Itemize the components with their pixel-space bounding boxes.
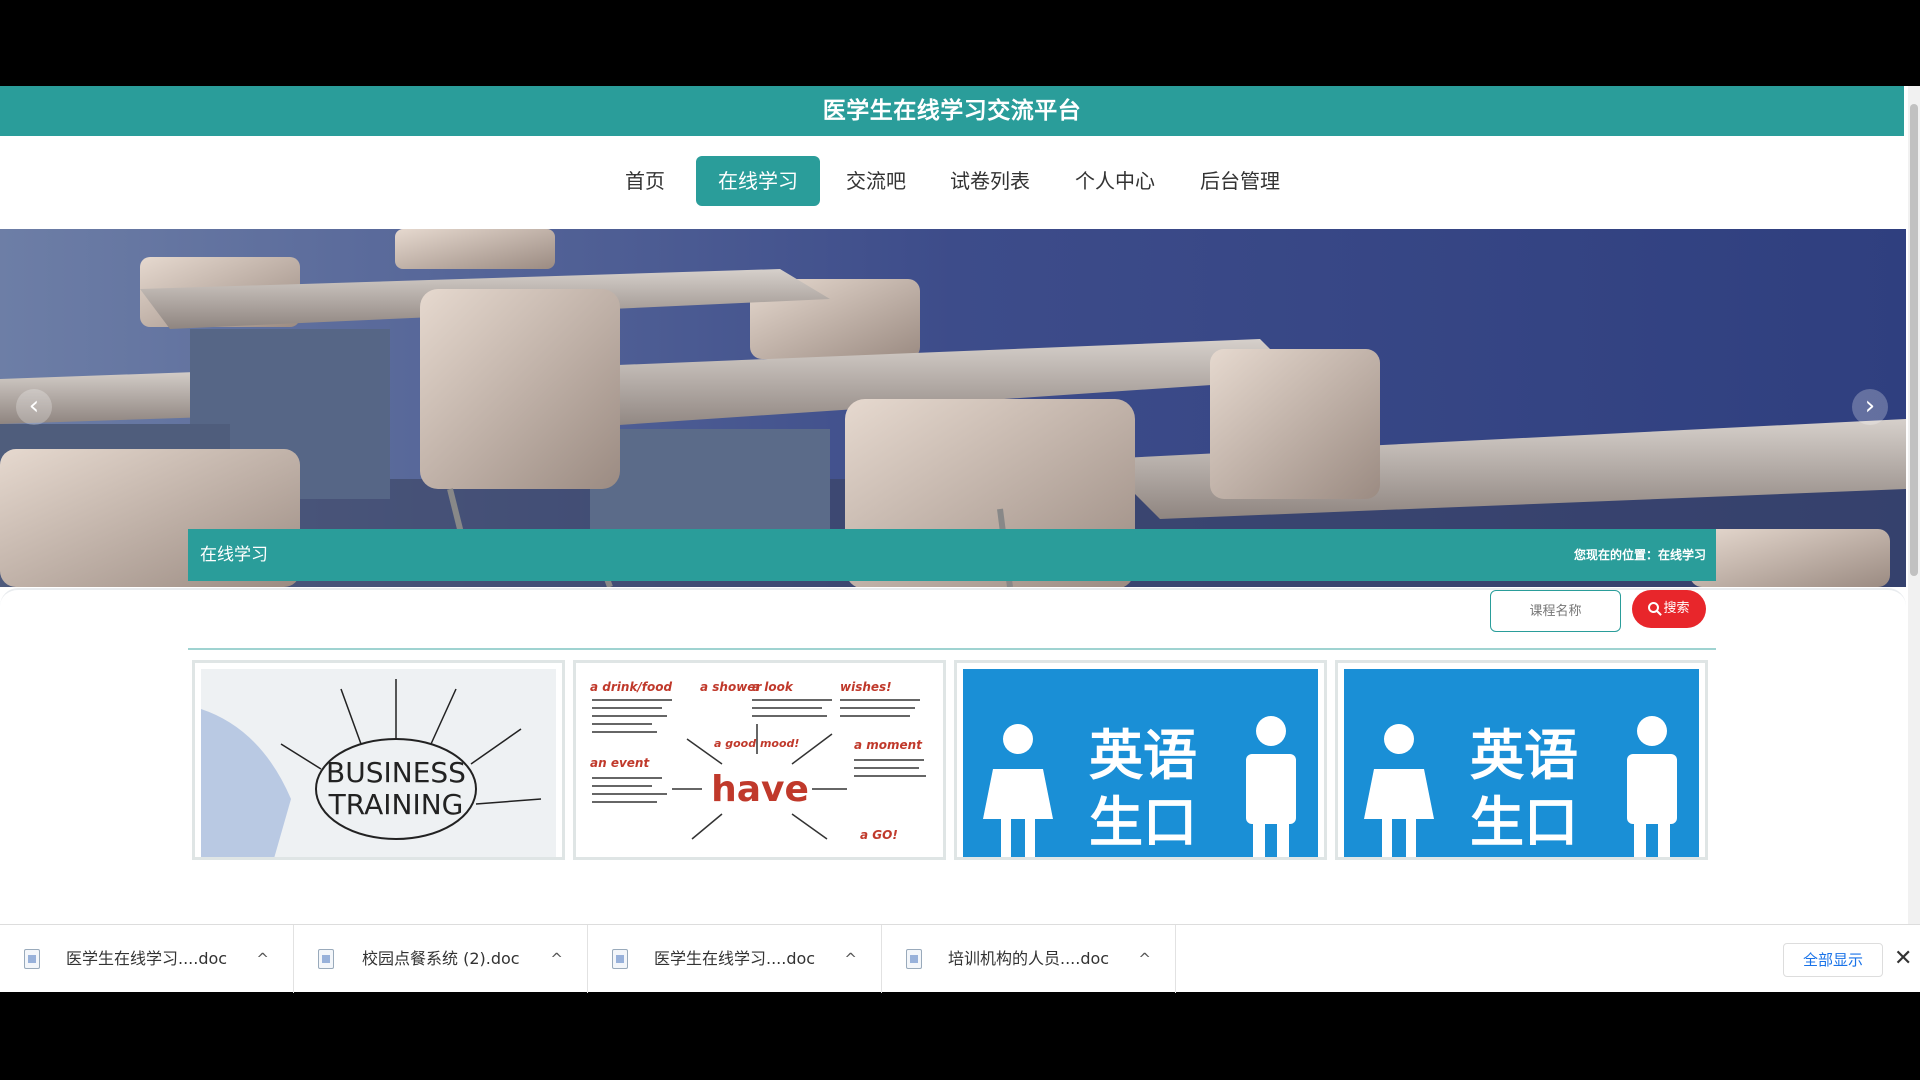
- download-item[interactable]: 医学生在线学习....doc ^: [0, 925, 294, 993]
- show-all-downloads-button[interactable]: 全部显示: [1783, 943, 1883, 977]
- scrollbar-thumb[interactable]: [1910, 104, 1918, 576]
- svg-text:英语: 英语: [1089, 724, 1197, 787]
- chevron-right-icon[interactable]: ›: [1852, 389, 1888, 425]
- card-image-text: BUSINESS: [326, 756, 466, 789]
- course-card[interactable]: 英语 生口: [954, 660, 1327, 860]
- course-image: a drink/food a shower a look wishes! a g…: [582, 669, 937, 857]
- breadcrumb: 您现在的位置：在线学习: [1573, 548, 1706, 562]
- download-filename: 医学生在线学习....doc: [654, 949, 816, 968]
- search-icon: [1648, 602, 1660, 613]
- svg-text:生口: 生口: [1470, 791, 1578, 854]
- site-title: 医学生在线学习交流平台: [0, 86, 1904, 136]
- nav-home[interactable]: 首页: [608, 156, 682, 206]
- section-header: 在线学习 您现在的位置：在线学习: [188, 529, 1716, 581]
- svg-text:a drink/food: a drink/food: [590, 680, 673, 694]
- svg-text:wishes!: wishes!: [840, 680, 892, 694]
- page-scrollbar[interactable]: [1908, 86, 1920, 924]
- close-icon[interactable]: ✕: [1894, 943, 1912, 975]
- svg-text:生口: 生口: [1089, 791, 1197, 854]
- nav-admin[interactable]: 后台管理: [1190, 156, 1290, 206]
- course-image: 英语 生口: [1344, 669, 1699, 857]
- svg-text:an event: an event: [590, 756, 650, 770]
- downloads-bar: 医学生在线学习....doc ^ 校园点餐系统 (2).doc ^ 医学生在线学…: [0, 924, 1920, 993]
- chevron-up-icon[interactable]: ^: [550, 925, 563, 993]
- chevron-left-icon[interactable]: ‹: [16, 389, 52, 425]
- course-card[interactable]: a drink/food a shower a look wishes! a g…: [573, 660, 946, 860]
- section-title: 在线学习: [200, 545, 268, 565]
- nav-forum[interactable]: 交流吧: [836, 156, 916, 206]
- download-item[interactable]: 校园点餐系统 (2).doc ^: [294, 925, 588, 993]
- svg-text:a look: a look: [752, 680, 794, 694]
- svg-text:英语: 英语: [1470, 724, 1578, 787]
- nav-exam-list[interactable]: 试卷列表: [940, 156, 1040, 206]
- search-button-label: 搜索: [1663, 601, 1690, 616]
- doc-file-icon: [318, 949, 334, 969]
- section-divider: [188, 648, 1716, 650]
- download-filename: 培训机构的人员....doc: [948, 949, 1110, 968]
- chevron-up-icon[interactable]: ^: [1138, 925, 1151, 993]
- download-item[interactable]: 医学生在线学习....doc ^: [588, 925, 882, 993]
- doc-file-icon: [24, 949, 40, 969]
- download-item[interactable]: 培训机构的人员....doc ^: [882, 925, 1176, 993]
- course-name-search-input[interactable]: [1490, 590, 1621, 632]
- search-button[interactable]: 搜索: [1632, 590, 1706, 628]
- svg-text:have: have: [711, 769, 809, 810]
- chevron-up-icon[interactable]: ^: [256, 925, 269, 993]
- course-image: BUSINESS TRAINING: [201, 669, 556, 857]
- nav-online-learning[interactable]: 在线学习: [696, 156, 820, 206]
- card-image-text: TRAINING: [328, 788, 464, 821]
- download-filename: 医学生在线学习....doc: [66, 949, 228, 968]
- course-image: 英语 生口: [963, 669, 1318, 857]
- main-nav: 首页 在线学习 交流吧 试卷列表 个人中心 后台管理: [0, 136, 1904, 229]
- chevron-up-icon[interactable]: ^: [844, 925, 857, 993]
- doc-file-icon: [612, 949, 628, 969]
- course-card[interactable]: BUSINESS TRAINING: [192, 660, 565, 860]
- svg-text:a GO!: a GO!: [860, 828, 898, 842]
- course-card[interactable]: 英语 生口: [1335, 660, 1708, 860]
- doc-file-icon: [906, 949, 922, 969]
- download-filename: 校园点餐系统 (2).doc: [362, 949, 520, 968]
- nav-personal-center[interactable]: 个人中心: [1065, 156, 1165, 206]
- svg-text:a moment: a moment: [854, 738, 923, 752]
